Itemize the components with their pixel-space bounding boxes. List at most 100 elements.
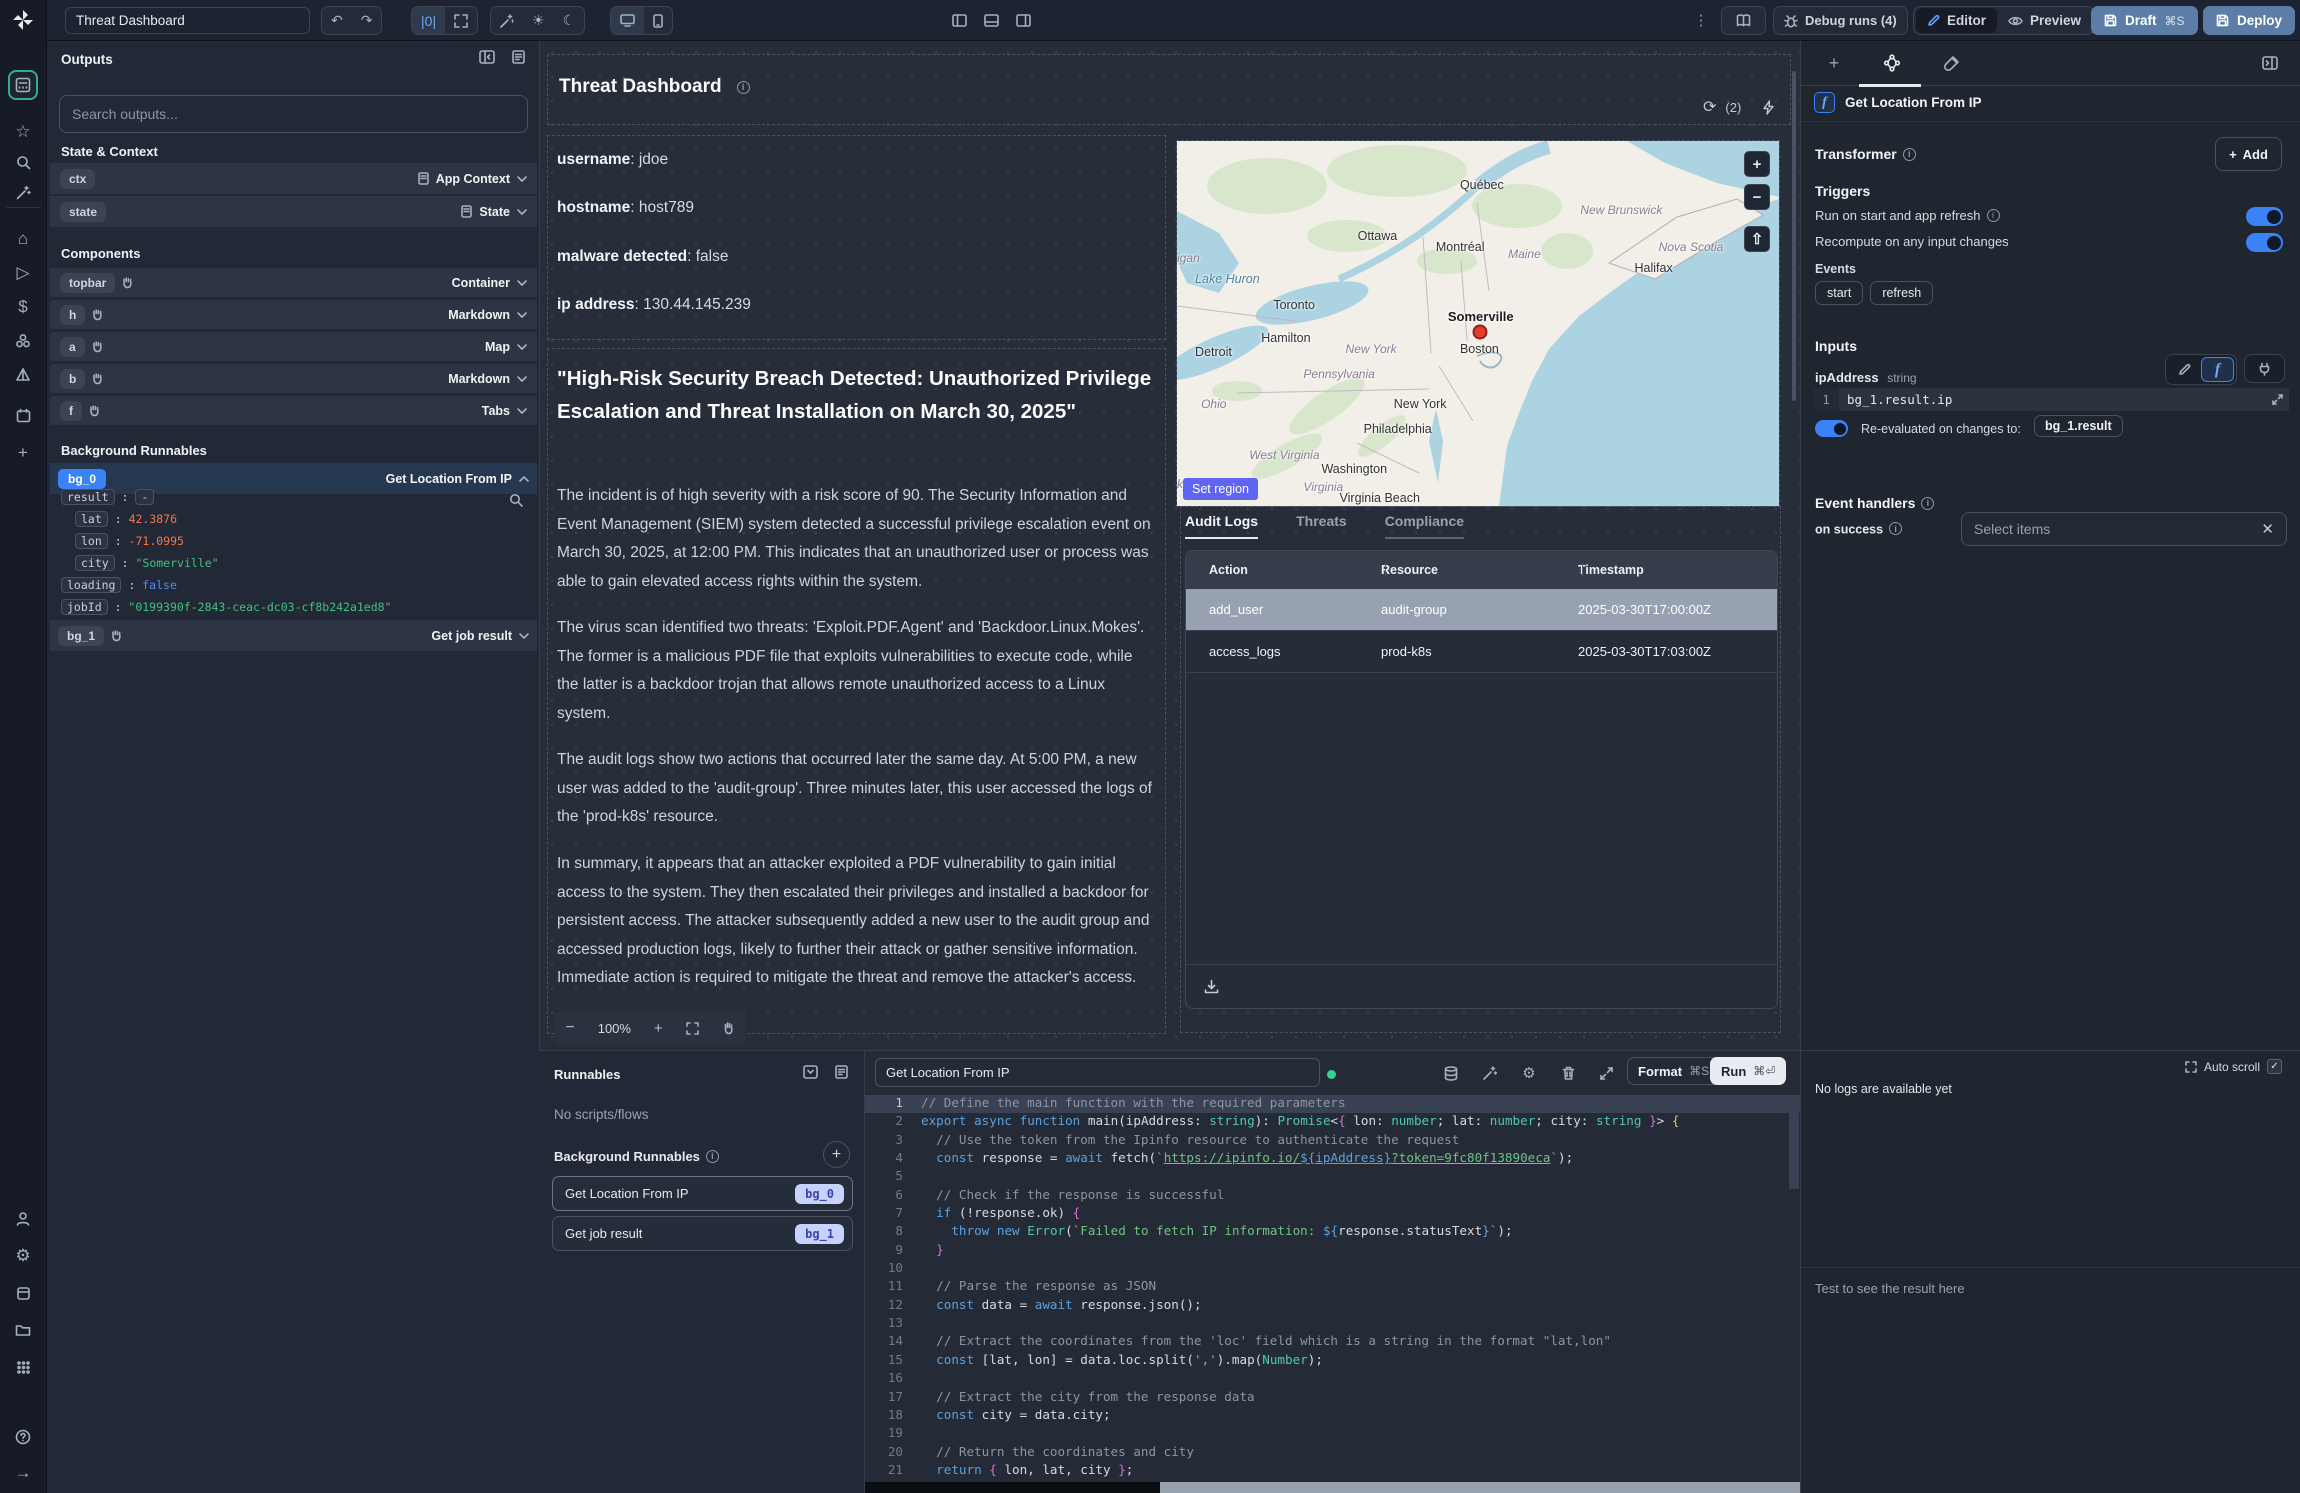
map-component[interactable]: QuébecOttawaMontréalNew BrunswickNova Sc… (1177, 141, 1779, 506)
column-header-action[interactable]: Action (1186, 563, 1381, 577)
resources-cluster-icon[interactable] (8, 326, 38, 356)
eval-function-icon[interactable]: f (2201, 357, 2234, 382)
expand-canvas-icon[interactable] (445, 7, 477, 34)
download-icon[interactable] (1204, 979, 1219, 994)
map-locate-button[interactable]: ⇧ (1744, 226, 1770, 252)
desktop-view-icon[interactable] (611, 7, 644, 34)
redo-icon[interactable]: ↷ (352, 7, 382, 34)
tab-preview[interactable]: Preview (1997, 8, 2092, 33)
expand-expr-icon[interactable] (2272, 394, 2283, 405)
runnables-doc-icon[interactable] (835, 1065, 848, 1079)
bg1-row[interactable]: bg_1 Get job result (50, 620, 537, 651)
schedules-prism-icon[interactable] (8, 360, 38, 390)
map-zoom-out-button[interactable]: − (1744, 184, 1770, 210)
variables-dollar-icon[interactable]: $ (8, 292, 38, 322)
runnable-item-get-location[interactable]: Get Location From IP bg_0 (552, 1176, 853, 1211)
logout-arrow-icon[interactable]: → (8, 1458, 38, 1488)
settings-nodes-tab-icon[interactable] (1881, 52, 1903, 74)
auto-scroll-checkbox[interactable]: ✓ (2267, 1059, 2282, 1074)
code-area[interactable]: 1// Define the main function with the re… (865, 1095, 1800, 1484)
add-runnable-button[interactable]: + (823, 1141, 850, 1168)
recompute-toggle[interactable] (2246, 233, 2283, 252)
run-button[interactable]: Run⌘⏎ (1710, 1057, 1786, 1085)
recompute-bolt-icon[interactable] (1762, 100, 1775, 115)
windmill-logo-icon[interactable] (8, 5, 38, 35)
static-pencil-icon[interactable] (2168, 357, 2201, 382)
topbar-container-component[interactable]: Threat Dashboard i ⟳ (2) (547, 54, 1791, 125)
runnable-item-get-job-result[interactable]: Get job result bg_1 (552, 1216, 853, 1251)
debug-runs-button[interactable]: Debug runs (4) (1773, 6, 1908, 35)
column-header-timestamp[interactable]: Timestamp (1578, 563, 1777, 577)
settings-gear-icon[interactable]: ⚙ (8, 1241, 38, 1271)
deploy-button[interactable]: Deploy (2203, 6, 2295, 35)
clear-x-icon[interactable]: ✕ (2261, 520, 2274, 538)
docs-book-button[interactable] (1721, 6, 1766, 35)
workers-box-icon[interactable] (8, 1278, 38, 1308)
editor-hscrollbar-thumb[interactable] (1160, 1482, 1800, 1493)
collapse-minus-icon[interactable]: - (135, 489, 154, 505)
editor-settings-gear-icon[interactable]: ⚙ (1519, 1063, 1539, 1083)
expand-logs-icon[interactable] (2185, 1061, 2197, 1073)
light-mode-sun-icon[interactable]: ☀ (523, 7, 554, 34)
undo-icon[interactable]: ↶ (322, 7, 352, 34)
runs-play-icon[interactable]: ▷ (8, 258, 38, 288)
fit-view-icon[interactable] (686, 1022, 699, 1035)
delete-trash-icon[interactable] (1558, 1063, 1578, 1083)
dark-mode-moon-icon[interactable]: ☾ (554, 7, 585, 34)
input-expression-editor[interactable]: 1 bg_1.result.ip (1813, 388, 2289, 411)
map-zoom-in-button[interactable]: + (1744, 151, 1770, 177)
expand-editor-icon[interactable] (1596, 1063, 1616, 1083)
zoom-in-icon[interactable]: + (654, 1020, 663, 1037)
tab-compliance[interactable]: Compliance (1385, 513, 1464, 539)
tab-threats[interactable]: Threats (1296, 513, 1347, 539)
collapse-panel-icon[interactable] (479, 50, 495, 64)
collapse-right-panel-icon[interactable] (2259, 52, 2281, 74)
calendar-icon[interactable] (8, 400, 38, 430)
reeval-toggle[interactable] (1815, 420, 1848, 437)
search-outputs-input[interactable] (59, 95, 528, 133)
user-icon[interactable] (8, 1204, 38, 1234)
more-options-kebab-icon[interactable]: ⋮ (1689, 8, 1713, 32)
output-row-state[interactable]: state State (50, 196, 537, 227)
search-icon[interactable] (8, 147, 38, 177)
menu-grid-icon[interactable] (8, 1352, 38, 1382)
column-header-resource[interactable]: Resource (1381, 563, 1578, 577)
folders-icon[interactable] (8, 1315, 38, 1345)
format-button[interactable]: Format⌘S (1627, 1057, 1720, 1085)
refresh-icon[interactable]: ⟳ (1703, 97, 1716, 117)
zoom-reset-button[interactable]: |0| (412, 7, 445, 34)
result-search-icon[interactable] (509, 493, 523, 507)
result-row[interactable]: result : - (61, 489, 392, 511)
favorites-star-icon[interactable]: ☆ (8, 117, 38, 147)
table-row[interactable]: add_user audit-group 2025-03-30T17:00:00… (1186, 589, 1777, 631)
ai-edit-wand-icon[interactable] (1480, 1063, 1500, 1083)
add-transformer-button[interactable]: + Add (2215, 137, 2282, 171)
app-editor-icon[interactable] (8, 70, 38, 100)
component-row-topbar[interactable]: topbar Container (50, 268, 537, 297)
help-icon[interactable] (8, 1422, 38, 1452)
mobile-view-icon[interactable] (644, 7, 672, 34)
outputs-doc-icon[interactable] (512, 50, 525, 64)
reeval-dep-chip[interactable]: bg_1.result (2034, 415, 2123, 437)
ai-assistant-icon[interactable] (491, 7, 523, 34)
on-success-select[interactable]: Select items ✕ (1961, 512, 2287, 546)
insert-plus-tab-icon[interactable]: + (1823, 52, 1845, 74)
tab-audit-logs[interactable]: Audit Logs (1185, 513, 1258, 539)
layout-left-panel-icon[interactable] (947, 8, 971, 32)
editor-scrollbar[interactable] (1789, 1097, 1799, 1189)
output-row-ctx[interactable]: ctx App Context (50, 163, 537, 194)
component-row-b[interactable]: b Markdown (50, 364, 537, 393)
component-row-f[interactable]: f Tabs (50, 396, 537, 425)
draft-button[interactable]: Draft ⌘S (2091, 6, 2198, 35)
app-canvas[interactable]: Threat Dashboard i ⟳ (2) username: jdoe … (540, 41, 1800, 1050)
component-row-h[interactable]: h Markdown (50, 300, 537, 329)
zoom-out-icon[interactable]: − (565, 1019, 574, 1037)
layout-bottom-panel-icon[interactable] (979, 8, 1003, 32)
styling-brush-tab-icon[interactable] (1940, 52, 1962, 74)
app-title-input[interactable] (65, 7, 310, 34)
collapse-bottom-panel-icon[interactable] (803, 1065, 818, 1079)
ai-wand-icon[interactable] (8, 177, 38, 207)
connect-plug-icon[interactable] (2244, 354, 2285, 383)
set-region-button[interactable]: Set region (1183, 478, 1258, 500)
run-on-start-toggle[interactable] (2246, 207, 2283, 226)
